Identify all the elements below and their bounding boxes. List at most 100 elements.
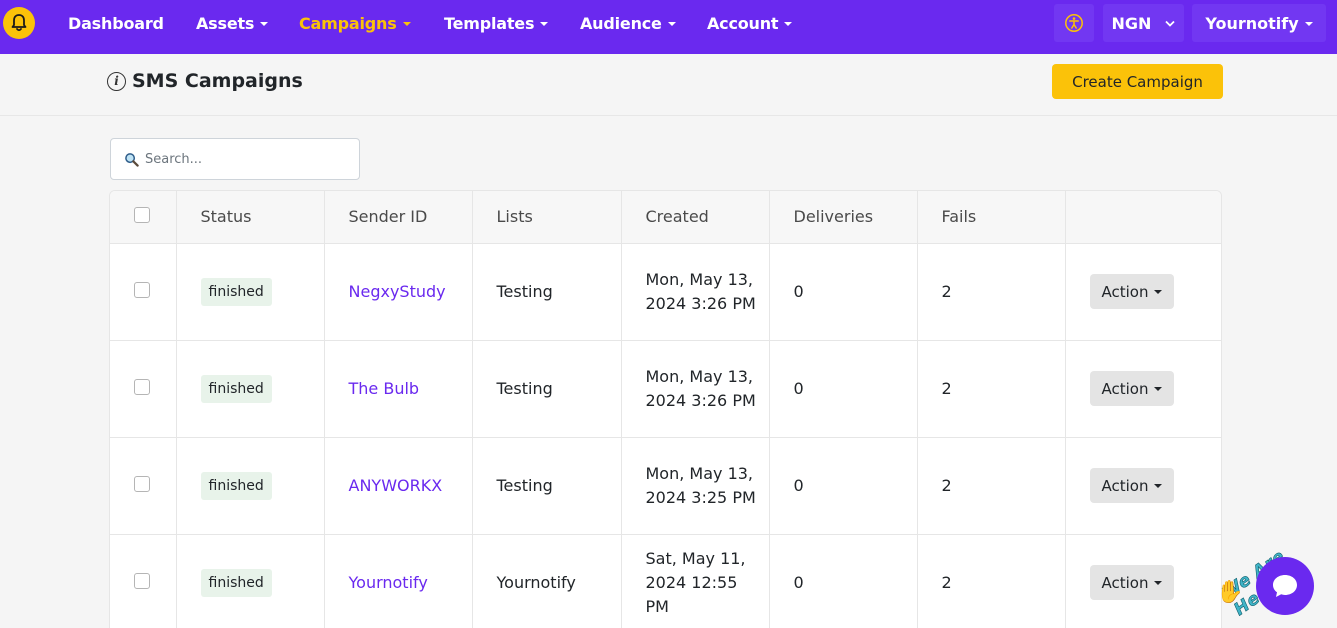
select-all-checkbox[interactable] [134,206,150,223]
caret-down-icon [1154,387,1163,391]
created-cell: Mon, May 13, 2024 3:26 PM [621,340,770,438]
action-dropdown-button[interactable]: Action [1089,565,1175,600]
sender-id-link[interactable]: ANYWORKX [349,476,443,495]
chat-launcher-button[interactable] [1256,557,1314,615]
sender-cell: NegxyStudy [324,243,473,341]
table-row: finished ANYWORKX Testing Mon, May 13, 2… [110,437,1221,535]
currency-label: NGN [1111,13,1152,33]
caret-down-icon [1304,21,1313,26]
currency-select[interactable]: NGN [1103,4,1184,42]
caret-down-icon [402,22,411,26]
row-select-cell [110,437,177,535]
sender-cell: The Bulb [324,340,473,438]
row-checkbox[interactable] [134,475,150,492]
nav-audience-label: Audience [580,14,662,33]
waving-hand-icon: ✋ [1216,580,1244,605]
accessibility-button[interactable] [1054,4,1094,42]
action-label: Action [1101,282,1149,301]
caret-down-icon [1154,581,1163,585]
deliveries-cell: 0 [769,534,918,628]
action-label: Action [1101,476,1149,495]
table-row: finished The Bulb Testing Mon, May 13, 2… [110,340,1221,438]
nav-templates[interactable]: Templates [444,14,549,33]
live-chat-widget: We Are Here! ✋ [1210,520,1337,628]
action-cell: Action [1065,534,1221,628]
action-cell: Action [1065,243,1221,341]
deliveries-cell: 0 [769,340,918,438]
nav-assets[interactable]: Assets [196,14,269,33]
nav-account-label: Account [707,14,779,33]
user-account-menu[interactable]: Yournotify [1192,4,1326,42]
column-header-actions [1065,191,1221,244]
search-box[interactable]: Search... [110,138,360,180]
row-checkbox[interactable] [134,378,150,395]
page-header: i SMS Campaigns Create Campaign [0,54,1337,116]
sender-id-link[interactable]: The Bulb [349,379,420,398]
action-label: Action [1101,573,1149,592]
column-header-lists[interactable]: Lists [472,191,622,244]
deliveries-cell: 0 [769,437,918,535]
status-badge: finished [200,568,272,597]
status-badge: finished [200,374,272,403]
status-cell: finished [176,340,325,438]
column-header-fails[interactable]: Fails [917,191,1066,244]
row-checkbox[interactable] [134,572,150,589]
status-cell: finished [176,437,325,535]
list-cell: Testing [472,340,622,438]
create-campaign-button[interactable]: Create Campaign [1052,64,1223,99]
search-icon [125,152,139,167]
action-label: Action [1101,379,1149,398]
action-dropdown-button[interactable]: Action [1089,468,1175,503]
table-row: finished NegxyStudy Testing Mon, May 13,… [110,243,1221,341]
nav-audience[interactable]: Audience [580,14,676,33]
nav-templates-label: Templates [444,14,535,33]
list-cell: Testing [472,243,622,341]
status-cell: finished [176,534,325,628]
nav-campaigns-label: Campaigns [299,14,397,33]
row-select-cell [110,340,177,438]
select-all-cell [110,191,177,244]
row-checkbox[interactable] [134,281,150,298]
created-cell: Mon, May 13, 2024 3:25 PM [621,437,770,535]
column-header-deliveries[interactable]: Deliveries [769,191,918,244]
caret-down-icon [260,22,269,26]
chat-bubble-icon [1273,575,1297,597]
action-cell: Action [1065,340,1221,438]
caret-down-icon [784,22,793,26]
bell-logo-icon[interactable] [3,7,35,39]
sender-id-link[interactable]: NegxyStudy [349,282,446,301]
accessibility-icon [1065,14,1083,32]
nav-campaigns[interactable]: Campaigns [299,14,411,33]
caret-down-icon [540,22,549,26]
caret-down-icon [667,22,676,26]
row-select-cell [110,534,177,628]
nav-account[interactable]: Account [707,14,793,33]
chevron-down-icon [1165,20,1176,27]
status-badge: finished [200,471,272,500]
status-badge: finished [200,277,272,306]
table-header-row: Status Sender ID Lists Created Deliverie… [110,191,1221,244]
action-dropdown-button[interactable]: Action [1089,274,1175,309]
column-header-created[interactable]: Created [621,191,770,244]
sender-id-link[interactable]: Yournotify [349,573,428,592]
page-title: i SMS Campaigns [107,70,303,92]
column-header-sender-id[interactable]: Sender ID [324,191,473,244]
sender-cell: Yournotify [324,534,473,628]
table-row: finished Yournotify Yournotify Sat, May … [110,534,1221,628]
created-cell: Mon, May 13, 2024 3:26 PM [621,243,770,341]
account-name: Yournotify [1205,13,1299,33]
nav-dashboard[interactable]: Dashboard [68,14,164,33]
deliveries-cell: 0 [769,243,918,341]
nav-assets-label: Assets [196,14,255,33]
list-cell: Yournotify [472,534,622,628]
nav-dashboard-label: Dashboard [68,14,164,33]
column-header-status[interactable]: Status [176,191,325,244]
info-icon[interactable]: i [107,71,126,91]
fails-cell: 2 [917,340,1066,438]
sender-cell: ANYWORKX [324,437,473,535]
action-cell: Action [1065,437,1221,535]
campaigns-table: Status Sender ID Lists Created Deliverie… [109,190,1222,628]
action-dropdown-button[interactable]: Action [1089,371,1175,406]
search-input[interactable]: Search... [145,152,202,167]
fails-cell: 2 [917,534,1066,628]
